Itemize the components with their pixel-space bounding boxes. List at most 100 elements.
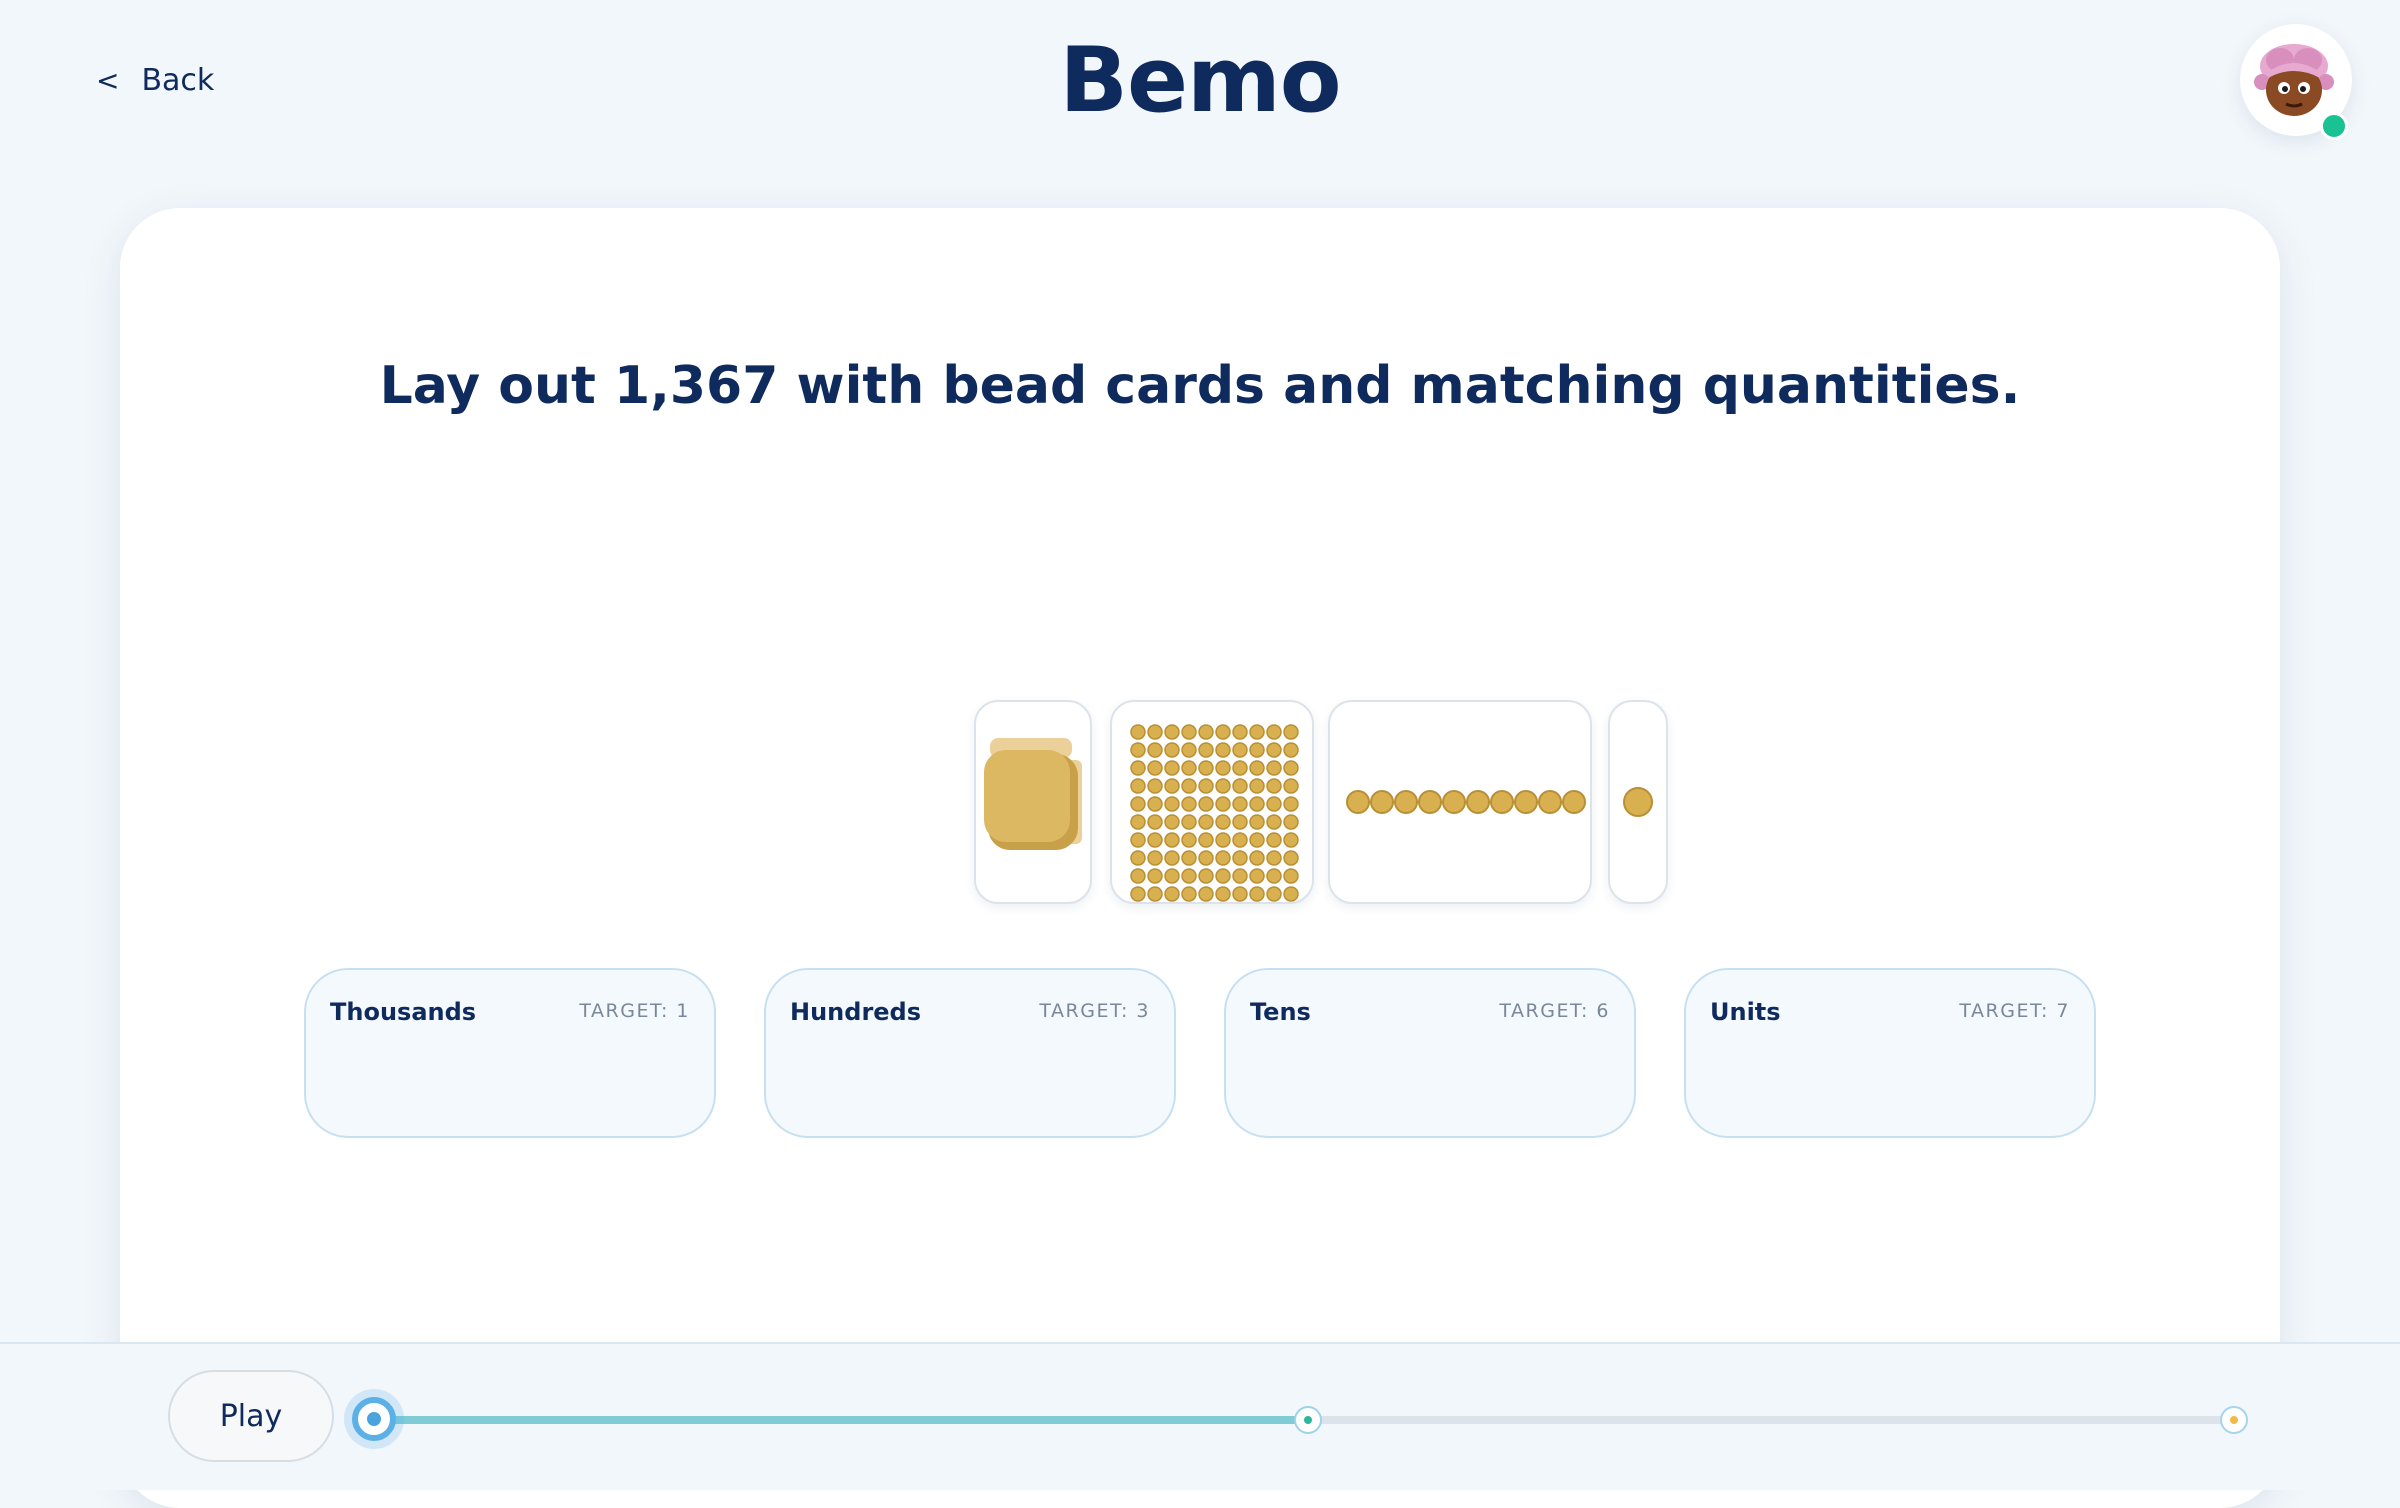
bead xyxy=(1215,778,1231,794)
progress-start-node[interactable] xyxy=(352,1397,396,1441)
bead xyxy=(1130,778,1146,794)
bead xyxy=(1266,850,1282,866)
slot-target: TARGET: 3 xyxy=(1039,1000,1150,1022)
bead xyxy=(1130,886,1146,902)
bead xyxy=(1266,868,1282,884)
bead xyxy=(1147,814,1163,830)
bead xyxy=(1249,760,1265,776)
bead xyxy=(1198,832,1214,848)
bead xyxy=(1283,796,1299,812)
slot-units[interactable]: Units TARGET: 7 xyxy=(1684,968,2096,1138)
slot-label: Thousands xyxy=(330,998,477,1026)
bead xyxy=(1147,760,1163,776)
bead xyxy=(1198,724,1214,740)
bead xyxy=(1181,868,1197,884)
bead xyxy=(1215,742,1231,758)
progress-fill xyxy=(374,1416,1303,1424)
bead xyxy=(1130,868,1146,884)
progress-end-node[interactable] xyxy=(2220,1406,2248,1434)
bead xyxy=(1198,742,1214,758)
bead xyxy=(1232,814,1248,830)
progress-checkpoint-node[interactable] xyxy=(1294,1406,1322,1434)
bead xyxy=(1147,796,1163,812)
bead xyxy=(1215,796,1231,812)
bead xyxy=(1249,778,1265,794)
task-prompt: Lay out 1,367 with bead cards and matchi… xyxy=(379,356,2021,416)
bead xyxy=(1147,778,1163,794)
bead xyxy=(1147,886,1163,902)
bead xyxy=(1164,832,1180,848)
bead xyxy=(1249,868,1265,884)
bead xyxy=(1232,886,1248,902)
bead xyxy=(1198,814,1214,830)
bead xyxy=(1147,850,1163,866)
bead xyxy=(1266,760,1282,776)
bead xyxy=(1232,832,1248,848)
bead xyxy=(1266,724,1282,740)
slot-label: Units xyxy=(1710,998,1781,1026)
bead xyxy=(1249,724,1265,740)
bead xyxy=(1232,724,1248,740)
slot-label: Hundreds xyxy=(790,998,922,1026)
bead xyxy=(1232,742,1248,758)
bead xyxy=(1181,724,1197,740)
bead xyxy=(1164,868,1180,884)
bead xyxy=(1249,742,1265,758)
bead xyxy=(1232,868,1248,884)
bead xyxy=(1215,760,1231,776)
play-button[interactable]: Play xyxy=(168,1370,334,1462)
bead xyxy=(1215,850,1231,866)
bead xyxy=(1198,850,1214,866)
avatar[interactable] xyxy=(2240,24,2352,140)
bead xyxy=(1283,850,1299,866)
slot-target: TARGET: 6 xyxy=(1499,1000,1610,1022)
bead xyxy=(1215,814,1231,830)
bead xyxy=(1266,778,1282,794)
bead xyxy=(1232,796,1248,812)
hundred-square-card[interactable] xyxy=(1110,700,1314,904)
bead xyxy=(1232,760,1248,776)
bead xyxy=(1215,832,1231,848)
bead xyxy=(1562,790,1586,814)
bead xyxy=(1442,790,1466,814)
bead xyxy=(1130,814,1146,830)
bead xyxy=(1346,790,1370,814)
thousand-cube-card[interactable] xyxy=(974,700,1092,904)
bead xyxy=(1130,850,1146,866)
bead xyxy=(1198,760,1214,776)
bead xyxy=(1198,886,1214,902)
app-title: Bemo xyxy=(1059,28,1341,133)
slot-thousands[interactable]: Thousands TARGET: 1 xyxy=(304,968,716,1138)
bead xyxy=(1164,778,1180,794)
slot-target: TARGET: 7 xyxy=(1959,1000,2070,1022)
bead xyxy=(1130,742,1146,758)
bead xyxy=(1130,724,1146,740)
playback-bar: Play xyxy=(0,1342,2400,1490)
ten-bar-card[interactable] xyxy=(1328,700,1592,904)
bead xyxy=(1164,814,1180,830)
bead xyxy=(1466,790,1490,814)
bead xyxy=(1394,790,1418,814)
bead xyxy=(1181,886,1197,902)
bead xyxy=(1164,724,1180,740)
activity-card: Lay out 1,367 with bead cards and matchi… xyxy=(120,208,2280,1508)
bead xyxy=(1181,742,1197,758)
slot-target: TARGET: 1 xyxy=(579,1000,690,1022)
slot-tens[interactable]: Tens TARGET: 6 xyxy=(1224,968,1636,1138)
bead xyxy=(1249,886,1265,902)
bead xyxy=(1147,724,1163,740)
bead xyxy=(1181,832,1197,848)
unit-bead-card[interactable] xyxy=(1608,700,1668,904)
bead xyxy=(1266,796,1282,812)
bead xyxy=(1283,724,1299,740)
progress-track[interactable] xyxy=(352,1397,2248,1441)
bead xyxy=(1198,778,1214,794)
bead xyxy=(1147,868,1163,884)
bead xyxy=(1538,790,1562,814)
slot-hundreds[interactable]: Hundreds TARGET: 3 xyxy=(764,968,1176,1138)
bead xyxy=(1418,790,1442,814)
bead xyxy=(1249,814,1265,830)
bead-bar-icon xyxy=(1346,790,1586,814)
bead xyxy=(1198,868,1214,884)
bead xyxy=(1283,742,1299,758)
